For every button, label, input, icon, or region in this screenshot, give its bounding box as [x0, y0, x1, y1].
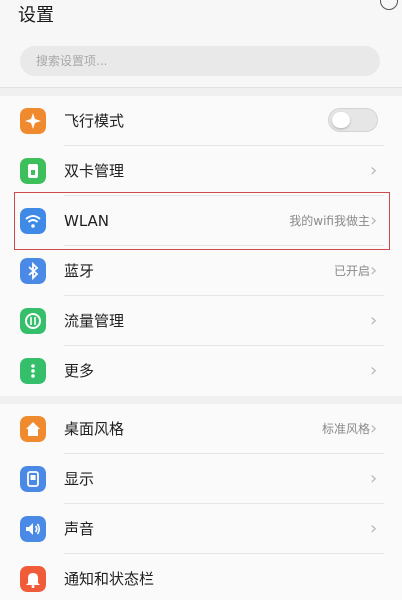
- setting-label: 显示: [64, 470, 95, 488]
- setting-label: 通知和状态栏: [64, 570, 155, 588]
- setting-label: 流量管理: [64, 312, 125, 330]
- bell-icon: [20, 566, 46, 592]
- home-style-value: 标准风格: [321, 422, 370, 436]
- setting-label: 飞行模式: [64, 112, 125, 130]
- home-icon: [20, 416, 46, 442]
- setting-label: 桌面风格: [64, 420, 125, 438]
- wlan-highlight-box: [14, 192, 390, 250]
- settings-group-personalization: 桌面风格 标准风格 › 显示 › 声音 › 通知和状态栏: [0, 404, 402, 600]
- bluetooth-icon: [20, 258, 46, 284]
- header: 设置: [0, 0, 402, 36]
- chevron-right-icon: ›: [370, 468, 378, 489]
- setting-row-data-usage[interactable]: 流量管理 ›: [0, 296, 402, 346]
- chevron-right-icon: ›: [370, 418, 378, 439]
- airplane-mode-toggle[interactable]: [328, 108, 378, 132]
- setting-row-airplane-mode[interactable]: 飞行模式: [0, 96, 402, 146]
- chevron-right-icon: ›: [370, 310, 378, 331]
- setting-row-sound[interactable]: 声音 ›: [0, 504, 402, 554]
- setting-row-bluetooth[interactable]: 蓝牙 已开启 ›: [0, 246, 402, 296]
- search-placeholder: 搜索设置项...: [36, 54, 108, 68]
- search-input[interactable]: 搜索设置项...: [20, 46, 380, 76]
- section-gap: [0, 88, 402, 96]
- bluetooth-status: 已开启: [333, 264, 370, 278]
- chevron-right-icon: ›: [370, 160, 378, 181]
- chevron-right-icon: ›: [370, 360, 378, 381]
- page-title: 设置: [18, 5, 54, 26]
- sim-card-icon: [20, 158, 46, 184]
- display-icon: [20, 466, 46, 492]
- setting-label: 蓝牙: [64, 262, 95, 280]
- more-icon: [20, 358, 46, 384]
- setting-row-notifications[interactable]: 通知和状态栏: [0, 554, 402, 600]
- setting-label: 双卡管理: [64, 162, 125, 180]
- setting-row-more[interactable]: 更多 ›: [0, 346, 402, 396]
- data-usage-icon: [20, 308, 46, 334]
- search-bar-container: 搜索设置项...: [0, 36, 402, 88]
- setting-row-home-style[interactable]: 桌面风格 标准风格 ›: [0, 404, 402, 454]
- setting-row-dual-sim[interactable]: 双卡管理 ›: [0, 146, 402, 196]
- section-gap: [0, 396, 402, 404]
- chevron-right-icon: ›: [370, 518, 378, 539]
- sound-icon: [20, 516, 46, 542]
- close-icon[interactable]: [380, 0, 398, 10]
- setting-label: 声音: [64, 520, 95, 538]
- setting-row-display[interactable]: 显示 ›: [0, 454, 402, 504]
- airplane-icon: [20, 108, 46, 134]
- setting-label: 更多: [64, 362, 95, 380]
- chevron-right-icon: ›: [370, 260, 378, 281]
